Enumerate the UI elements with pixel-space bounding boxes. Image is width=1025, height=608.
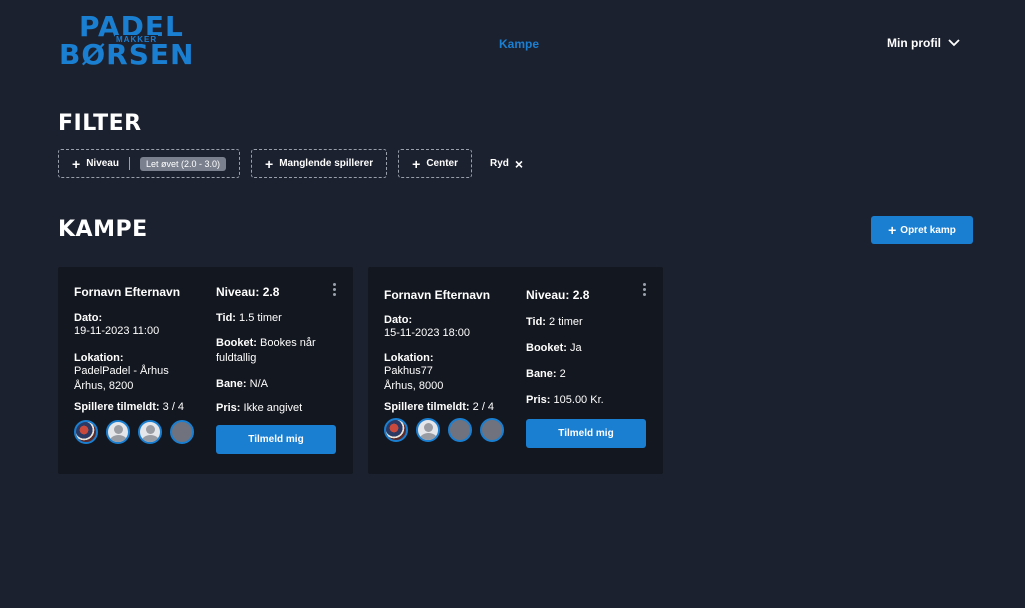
date-value: 15-11-2023 18:00 [384, 327, 471, 339]
empty-slot-avatar [170, 420, 194, 444]
reset-filters-button[interactable]: Ryd × [490, 155, 524, 172]
time-value: 2 timer [549, 316, 583, 328]
location-label: Lokation: [384, 352, 434, 364]
plus-icon: + [265, 155, 274, 172]
players-row: Spillere tilmeldt: 2 / 4 [384, 401, 514, 413]
chevron-down-icon [948, 39, 960, 47]
organizer-name: Fornavn Efternavn [384, 288, 491, 302]
filter-chip-missing-players[interactable]: + Manglende spillerer [251, 149, 388, 178]
avatar[interactable] [384, 418, 408, 442]
time-row: Tid: 1.5 timer [216, 312, 341, 324]
price-value: 105.00 Kr. [553, 394, 604, 406]
organizer-name: Fornavn Efternavn [74, 285, 181, 299]
time-value: 1.5 timer [239, 312, 282, 324]
filter-chip-label: Manglende spillerer [279, 158, 374, 169]
location-line-2: Århus, 8200 [74, 380, 134, 392]
player-avatars [384, 418, 514, 442]
price-label: Pris: [526, 394, 551, 406]
profile-menu[interactable]: Min profil [887, 36, 961, 50]
filter-title: FILTER [58, 111, 142, 136]
time-label: Tid: [526, 316, 546, 328]
level-label: Niveau: [216, 285, 260, 299]
players-label: Spillere tilmeldt: [384, 401, 470, 413]
location-label: Lokation: [74, 352, 124, 364]
logo-line-3: BØRSEN [59, 38, 195, 71]
players-row: Spillere tilmeldt: 3 / 4 [74, 401, 204, 413]
profile-label: Min profil [887, 36, 941, 50]
player-avatars [74, 420, 204, 444]
avatar[interactable] [106, 420, 130, 444]
plus-icon: + [412, 155, 421, 172]
time-label: Tid: [216, 312, 236, 324]
join-button[interactable]: Tilmeld mig [526, 419, 646, 448]
filter-chip-center[interactable]: + Center [398, 149, 472, 178]
reset-label: Ryd [490, 158, 509, 169]
court-value: 2 [559, 368, 566, 380]
matches-title: KAMPE [58, 217, 148, 242]
empty-slot-avatar [448, 418, 472, 442]
court-row: Bane: 2 [526, 368, 651, 380]
location-line-1: PadelPadel - Århus [74, 365, 169, 377]
booked-row: Booket: Bookes når fuldtallig [216, 336, 341, 366]
level-row: Niveau: 2.8 [526, 288, 651, 302]
price-row: Pris: 105.00 Kr. [526, 394, 651, 406]
plus-icon: + [72, 155, 81, 172]
location-line-1: Pakhus77 [384, 365, 433, 377]
time-row: Tid: 2 timer [526, 316, 651, 328]
booked-label: Booket: [216, 337, 257, 349]
logo-line-2: MAKKER [115, 35, 159, 44]
create-match-label: Opret kamp [900, 224, 956, 236]
nav-link-matches[interactable]: Kampe [499, 37, 539, 51]
avatar[interactable] [138, 420, 162, 444]
players-value: 3 / 4 [162, 401, 185, 413]
close-icon: × [514, 155, 524, 172]
logo[interactable]: PADEL BØRSEN MAKKER [59, 13, 193, 71]
booked-value: Ja [570, 342, 582, 354]
avatar[interactable] [416, 418, 440, 442]
location-line-2: Århus, 8000 [384, 380, 444, 392]
players-value: 2 / 4 [472, 401, 495, 413]
empty-slot-avatar [480, 418, 504, 442]
players-label: Spillere tilmeldt: [74, 401, 160, 413]
filter-chip-level[interactable]: + Niveau Let øvet (2.0 - 3.0) [58, 149, 241, 178]
level-row: Niveau: 2.8 [216, 285, 341, 299]
booked-row: Booket: Ja [526, 342, 651, 354]
booked-label: Booket: [526, 342, 567, 354]
filter-bar: + Niveau Let øvet (2.0 - 3.0) + Manglend… [58, 149, 523, 178]
filter-chip-label: Niveau [86, 158, 119, 169]
date-value: 19-11-2023 11:00 [74, 325, 160, 337]
create-match-button[interactable]: + Opret kamp [871, 216, 973, 244]
level-value: 2.8 [262, 285, 280, 299]
court-row: Bane: N/A [216, 378, 341, 390]
filter-level-badge: Let øvet (2.0 - 3.0) [139, 156, 227, 171]
court-label: Bane: [526, 368, 557, 380]
date-label: Dato: [384, 314, 413, 326]
divider [128, 157, 130, 170]
match-card: Fornavn Efternavn Dato: 15-11-2023 18:00… [368, 267, 663, 474]
price-label: Pris: [216, 402, 241, 414]
avatar[interactable] [74, 420, 98, 444]
date-label: Dato: [74, 312, 103, 324]
match-card: Fornavn Efternavn Dato: 19-11-2023 11:00… [58, 267, 353, 474]
plus-icon: + [888, 222, 897, 238]
join-button[interactable]: Tilmeld mig [216, 425, 336, 454]
level-label: Niveau: [526, 288, 570, 302]
filter-chip-label: Center [426, 158, 458, 169]
court-value: N/A [249, 378, 268, 390]
court-label: Bane: [216, 378, 247, 390]
level-value: 2.8 [572, 288, 590, 302]
price-value: Ikke angivet [243, 402, 303, 414]
price-row: Pris: Ikke angivet [216, 402, 341, 414]
